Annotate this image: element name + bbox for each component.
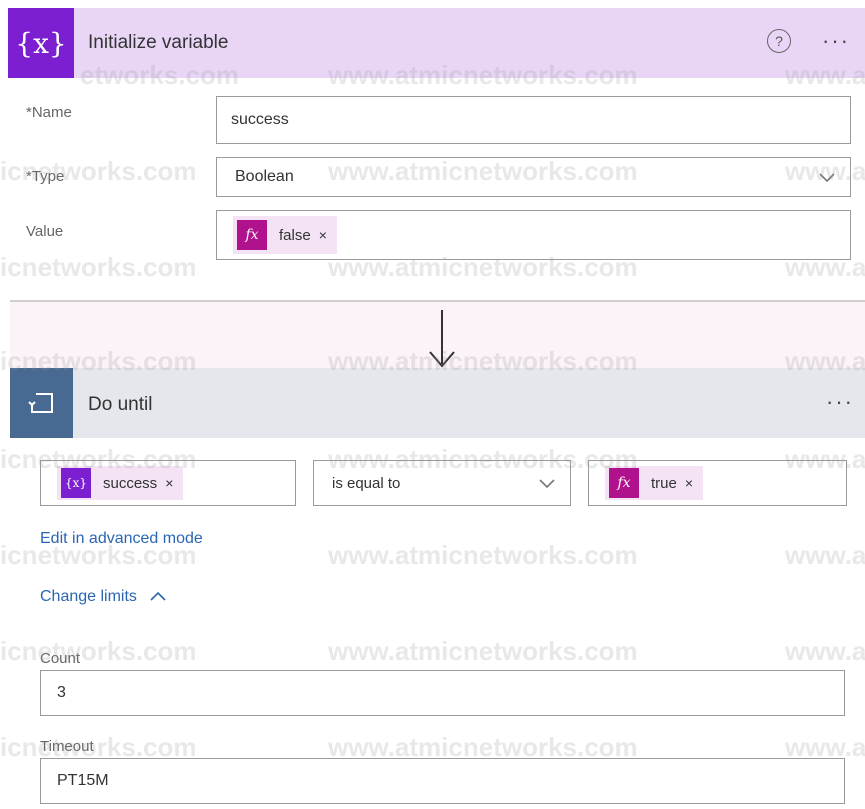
more-options-button[interactable]: ··· <box>822 30 850 52</box>
change-limits-toggle[interactable]: Change limits <box>40 588 167 606</box>
right-chip-label: true <box>651 474 677 492</box>
type-label: *Type <box>26 168 65 185</box>
value-chip-label: false <box>279 226 311 244</box>
fx-expression-icon: fx <box>609 468 639 498</box>
count-label: Count <box>40 650 81 667</box>
watermark-text: icnetworks.com <box>0 252 197 282</box>
do-until-more-options-button[interactable]: ··· <box>826 391 854 413</box>
success-variable-chip[interactable]: {x} success × <box>57 466 184 500</box>
watermark-text: www.atmicnetworks.com <box>328 540 638 570</box>
variable-braces-icon: {x} <box>8 8 74 78</box>
name-input[interactable]: success <box>216 96 851 144</box>
change-limits-label: Change limits <box>40 588 137 605</box>
true-expression-chip[interactable]: fx true × <box>605 466 704 500</box>
timeout-label: Timeout <box>40 738 94 755</box>
condition-right-operand[interactable]: fx true × <box>588 460 847 506</box>
value-expression-chip[interactable]: fx false × <box>233 216 337 254</box>
left-chip-label: success <box>103 474 158 492</box>
name-label: *Name <box>26 104 72 121</box>
chevron-down-icon <box>819 173 835 183</box>
do-until-title: Do until <box>88 394 153 415</box>
variable-braces-icon: {x} <box>61 468 91 498</box>
chevron-up-icon <box>150 591 166 601</box>
close-icon[interactable]: × <box>319 227 327 243</box>
fx-expression-icon: fx <box>237 220 267 250</box>
watermark-text: www.a <box>785 540 865 570</box>
timeout-input[interactable]: PT15M <box>40 758 845 804</box>
type-dropdown-value: Boolean <box>235 168 294 185</box>
count-input[interactable]: 3 <box>40 670 845 716</box>
close-icon[interactable]: × <box>165 475 173 491</box>
watermark-text: www.a <box>785 636 865 666</box>
watermark-text: www.atmicnetworks.com <box>328 636 638 666</box>
operator-value: is equal to <box>332 474 401 492</box>
value-input[interactable]: fx false × <box>216 210 851 260</box>
arrow-down-icon <box>429 310 455 368</box>
help-circle-icon[interactable]: ? <box>767 29 791 53</box>
count-input-value: 3 <box>57 684 66 701</box>
initialize-variable-title: Initialize variable <box>88 32 229 53</box>
type-dropdown[interactable]: Boolean <box>216 157 851 197</box>
timeout-input-value: PT15M <box>57 772 109 789</box>
do-until-loop-icon <box>10 368 73 438</box>
condition-operator-dropdown[interactable]: is equal to <box>313 460 571 506</box>
value-label: Value <box>26 223 64 240</box>
condition-left-operand[interactable]: {x} success × <box>40 460 296 506</box>
close-icon[interactable]: × <box>685 475 693 491</box>
edit-advanced-mode-link[interactable]: Edit in advanced mode <box>40 530 203 548</box>
watermark-text: icnetworks.com <box>0 636 197 666</box>
name-input-value: success <box>231 111 289 128</box>
chevron-down-icon <box>539 479 555 489</box>
